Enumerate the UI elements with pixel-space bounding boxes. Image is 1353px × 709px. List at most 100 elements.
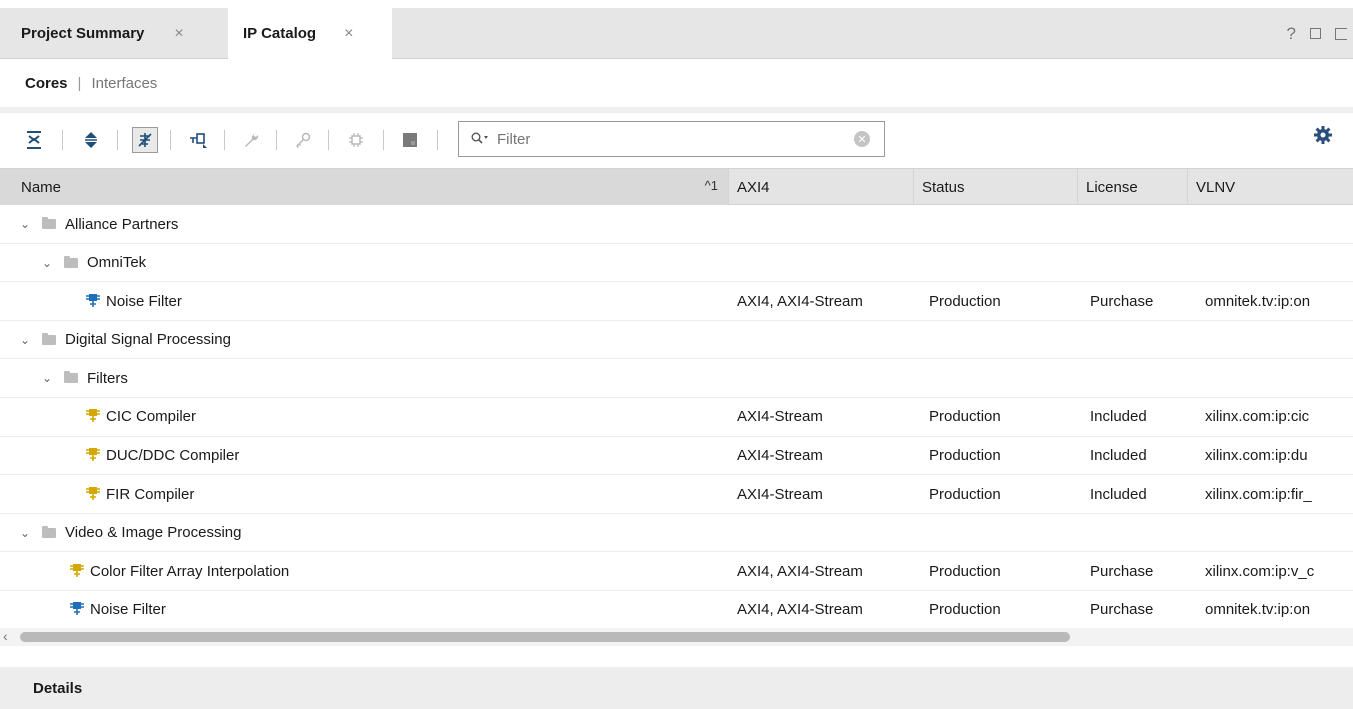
table-row[interactable]: Noise Filter AXI4, AXI4-Stream Production P… (0, 591, 1353, 630)
toolbar-separator (437, 130, 438, 150)
axi4-cell: AXI4-Stream (737, 485, 823, 503)
chevron-down-icon[interactable]: ⌄ (40, 371, 54, 385)
axi4-cell: AXI4, AXI4-Stream (737, 562, 863, 580)
chevron-down-icon[interactable]: ⌄ (40, 256, 54, 270)
vlnv-cell (1205, 359, 1353, 397)
filter-toggle-icon[interactable] (132, 127, 158, 153)
close-icon[interactable]: × (174, 25, 183, 43)
row-name: Filters (87, 369, 128, 387)
tree-folder-row[interactable]: ⌄ Video & Image Processing (0, 514, 1353, 553)
float-icon[interactable] (1335, 27, 1347, 40)
vlnv-cell (1205, 321, 1353, 359)
name-cell: ⌄ Filters (0, 359, 769, 397)
expand-all-icon[interactable] (78, 127, 104, 153)
chevron-down-icon[interactable]: ⌄ (18, 217, 32, 231)
column-header-vlnv[interactable]: VLNV (1188, 169, 1353, 205)
folder-icon (42, 525, 56, 538)
cores-interfaces-nav: Cores | Interfaces (0, 59, 1353, 107)
column-label: Name (21, 178, 62, 196)
toolbar-separator (383, 130, 384, 150)
status-cell (929, 321, 1078, 359)
axi4-cell: AXI4-Stream (737, 408, 823, 426)
status-cell (929, 244, 1078, 282)
tab-label: Project Summary (21, 25, 145, 42)
status-cell: Production (929, 292, 1001, 310)
panel-gap (0, 646, 1353, 667)
column-header-license[interactable]: License (1078, 169, 1188, 205)
status-cell (929, 359, 1078, 397)
status-cell (929, 205, 1078, 243)
tab-ip-catalog[interactable]: IP Catalog × (228, 8, 392, 59)
table-row[interactable]: Noise Filter AXI4, AXI4-Stream Production P… (0, 282, 1353, 321)
table-row[interactable]: FIR Compiler AXI4-Stream Production Include… (0, 475, 1353, 514)
row-name: FIR Compiler (106, 485, 195, 503)
wrench-icon (238, 127, 264, 153)
row-name: Color Filter Array Interpolation (90, 562, 290, 580)
toolbar-separator (276, 130, 277, 150)
tab-project-summary[interactable]: Project Summary × (0, 8, 228, 59)
tab-cores[interactable]: Cores (25, 75, 68, 92)
tree-folder-row[interactable]: ⌄ Filters (0, 359, 1353, 398)
clear-filter-icon[interactable]: ✕ (854, 131, 870, 147)
name-cell: ⌄ Digital Signal Processing (0, 321, 747, 359)
column-header-name[interactable]: Name ^1 (0, 169, 729, 205)
chip-icon (343, 127, 369, 153)
vlnv-cell (1205, 514, 1353, 552)
tree-folder-row[interactable]: ⌄ OmniTek (0, 244, 1353, 283)
status-cell: Production (929, 562, 1001, 580)
tab-label: IP Catalog (243, 25, 317, 42)
name-cell: FIR Compiler (0, 475, 815, 513)
status-cell: Production (929, 485, 1001, 503)
license-cell: Included (1090, 447, 1147, 465)
row-name: DUC/DDC Compiler (106, 447, 240, 465)
vlnv-cell: omnitek.tv:ip:on (1205, 601, 1311, 619)
status-cell: Production (929, 601, 1001, 619)
chevron-down-icon[interactable]: ⌄ (18, 333, 32, 347)
horizontal-scrollbar[interactable]: ‹ (0, 628, 1353, 646)
column-label: License (1086, 178, 1138, 196)
collapse-all-icon[interactable] (21, 127, 47, 153)
help-icon[interactable]: ? (1287, 24, 1296, 44)
row-name: Digital Signal Processing (65, 331, 231, 349)
ip-core-icon (70, 601, 84, 618)
axi4-cell (737, 244, 912, 282)
status-cell: Production (929, 447, 1001, 465)
chevron-down-icon[interactable]: ⌄ (18, 526, 32, 540)
vlnv-cell (1205, 205, 1353, 243)
search-icon[interactable] (471, 131, 489, 147)
row-name: Alliance Partners (65, 215, 179, 233)
scroll-left-icon[interactable]: ‹ (3, 628, 8, 644)
table-row[interactable]: Color Filter Array Interpolation AXI4, AX… (0, 552, 1353, 591)
column-label: AXI4 (737, 178, 770, 196)
name-cell: DUC/DDC Compiler (0, 437, 815, 475)
tree-folder-row[interactable]: ⌄ Digital Signal Processing (0, 321, 1353, 360)
folder-icon (42, 332, 56, 345)
name-cell: Color Filter Array Interpolation (0, 552, 799, 590)
toolbar-separator (62, 130, 63, 150)
axi4-cell (737, 205, 912, 243)
license-cell: Purchase (1090, 562, 1154, 580)
ip-catalog-tree: ⌄ Alliance Partners ⌄ OmniTek Noise Filter AX… (0, 205, 1353, 630)
toolbar-separator (117, 130, 118, 150)
column-header-axi4[interactable]: AXI4 (729, 169, 914, 205)
table-header: Name ^1 AXI4 Status License VLNV (0, 168, 1353, 205)
name-cell: Noise Filter (0, 282, 815, 320)
table-row[interactable]: CIC Compiler AXI4-Stream Production Include… (0, 398, 1353, 437)
hierarchy-icon[interactable] (185, 127, 211, 153)
tab-interfaces[interactable]: Interfaces (91, 75, 157, 92)
tree-folder-row[interactable]: ⌄ Alliance Partners (0, 205, 1353, 244)
block-icon (397, 127, 423, 153)
key-icon (290, 127, 316, 153)
folder-icon (64, 255, 78, 268)
details-panel-header[interactable]: Details (0, 667, 1353, 709)
settings-gear-icon[interactable] (1313, 125, 1333, 151)
axi4-cell (737, 321, 912, 359)
maximize-icon[interactable] (1310, 28, 1321, 39)
scrollbar-thumb[interactable] (20, 632, 1070, 642)
table-row[interactable]: DUC/DDC Compiler AXI4-Stream Production Inc… (0, 437, 1353, 476)
close-icon[interactable]: × (344, 25, 353, 43)
license-cell (1090, 321, 1188, 359)
filter-input[interactable] (495, 129, 839, 149)
ip-core-icon (86, 408, 100, 425)
column-header-status[interactable]: Status (914, 169, 1078, 205)
